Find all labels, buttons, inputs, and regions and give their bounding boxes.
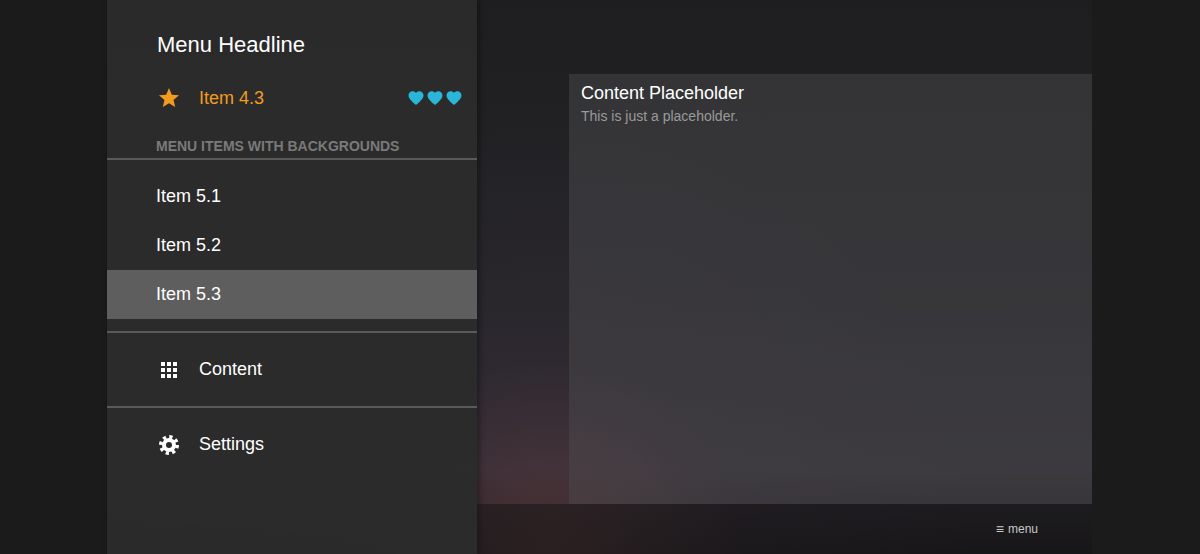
menu-label: menu <box>1008 522 1038 536</box>
page: Menu Headline Item 4.3 MENU ITEMS WITH BAC… <box>0 0 1200 554</box>
gear-icon <box>157 433 181 457</box>
menu-button[interactable]: ≡ menu <box>996 521 1038 537</box>
nav-label: Settings <box>199 434 264 455</box>
bottom-bar: ≡ menu <box>477 504 1092 554</box>
nav-label: Content <box>199 359 262 380</box>
nav-item[interactable]: Content <box>107 333 477 406</box>
star-icon <box>157 86 181 110</box>
heart-icon <box>407 89 425 107</box>
section-subheader: MENU ITEMS WITH BACKGROUNDS <box>107 124 477 160</box>
content-card: Content Placeholder This is just a placeh… <box>569 74 1092 504</box>
menu-icon: ≡ <box>996 521 1004 537</box>
background-item-list: Item 5.1Item 5.2Item 5.3 <box>107 160 477 333</box>
featured-item[interactable]: Item 4.3 <box>107 72 477 124</box>
drawer-headline: Menu Headline <box>107 0 477 72</box>
card-title: Content Placeholder <box>581 83 1080 104</box>
card-text: This is just a placeholder. <box>581 108 1080 124</box>
menu-item[interactable]: Item 5.2 <box>107 221 477 270</box>
hearts-rating <box>407 89 463 107</box>
menu-item[interactable]: Item 5.1 <box>107 172 477 221</box>
menu-item[interactable]: Item 5.3 <box>107 270 477 319</box>
nav-item[interactable]: Settings <box>107 406 477 481</box>
grid-icon <box>157 358 181 382</box>
heart-icon <box>426 89 444 107</box>
heart-icon <box>445 89 463 107</box>
background-photo: Menu Headline Item 4.3 MENU ITEMS WITH BAC… <box>107 0 1092 554</box>
navigation-drawer: Menu Headline Item 4.3 MENU ITEMS WITH BAC… <box>107 0 477 554</box>
featured-label: Item 4.3 <box>199 88 407 109</box>
main-area: Content Placeholder This is just a placeh… <box>477 0 1092 554</box>
